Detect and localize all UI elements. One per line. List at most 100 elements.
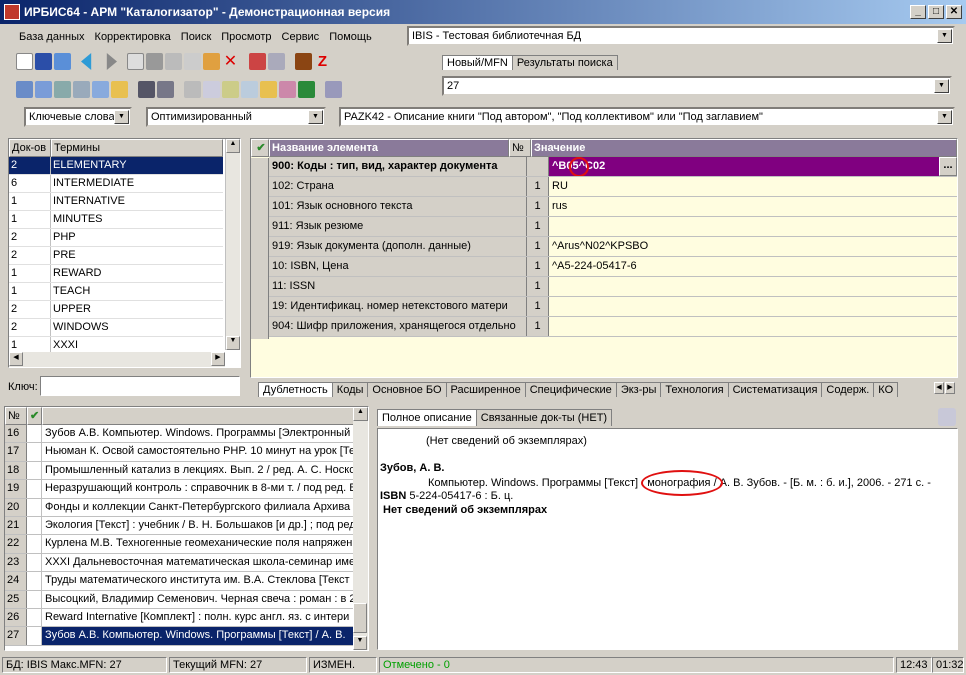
term-row[interactable]: 2 UPPER <box>9 301 223 319</box>
field-value-editor[interactable]: ^B05^C02... <box>549 157 957 176</box>
record-check[interactable] <box>27 443 42 461</box>
binoculars-icon[interactable] <box>138 81 155 98</box>
tab-ko[interactable]: КО <box>873 382 899 397</box>
excel-icon[interactable] <box>298 81 315 98</box>
check-icon[interactable]: ✔ <box>251 139 269 157</box>
term-row[interactable]: 1 MINUTES <box>9 211 223 229</box>
mail-icon[interactable] <box>54 81 71 98</box>
undo-icon[interactable] <box>54 53 71 70</box>
filter-icon[interactable] <box>92 81 109 98</box>
record-row[interactable]: 24 Труды математического института им. В.… <box>5 572 354 591</box>
tab-technology[interactable]: Технология <box>660 382 729 397</box>
record-row[interactable]: 22 Курлена М.В. Техногенные геомеханическ… <box>5 535 354 554</box>
field-value[interactable] <box>549 317 957 336</box>
tab-search-results[interactable]: Результаты поиска <box>511 55 618 70</box>
chevron-down-icon[interactable]: ▼ <box>934 79 949 93</box>
tab-systematization[interactable]: Систематизация <box>727 382 823 397</box>
field-value[interactable]: ^A5-224-05417-6 <box>549 257 957 276</box>
grid-icon[interactable] <box>146 53 163 70</box>
chevron-down-icon[interactable]: ▼ <box>937 110 952 124</box>
query-icon[interactable] <box>16 81 33 98</box>
tab-main-bo[interactable]: Основное БО <box>367 382 447 397</box>
field-value[interactable]: rus <box>549 197 957 216</box>
tab-specific[interactable]: Специфические <box>524 382 617 397</box>
terms-hscroll[interactable]: ◀ ▶ <box>9 352 225 367</box>
save-icon[interactable] <box>35 53 52 70</box>
term-row[interactable]: 2 PRE <box>9 247 223 265</box>
next-record-icon[interactable] <box>106 53 117 70</box>
menu-help[interactable]: Помощь <box>324 26 377 48</box>
record-check[interactable] <box>27 461 42 480</box>
menu-search[interactable]: Поиск <box>176 26 216 48</box>
record-check[interactable] <box>27 498 42 516</box>
field-value[interactable] <box>549 277 957 296</box>
dictionary-select[interactable]: Ключевые слова ▼ <box>24 107 132 127</box>
copy-record-icon[interactable] <box>127 53 144 70</box>
record-row[interactable]: 20 Фонды и коллекции Санкт-Петербургского… <box>5 498 354 517</box>
edit-icon[interactable] <box>203 53 220 70</box>
record-row[interactable]: 21 Экология [Текст] : учебник / В. Н. Бол… <box>5 516 354 536</box>
tab-linked-docs[interactable]: Связанные док-ты (НЕТ) <box>475 409 613 426</box>
record-check[interactable] <box>27 627 42 645</box>
query2-icon[interactable] <box>35 81 52 98</box>
records-vscroll[interactable]: ▲ ▼ <box>353 407 368 650</box>
delete-icon[interactable]: ✕ <box>222 53 239 70</box>
mode-select[interactable]: Оптимизированный ▼ <box>146 107 326 127</box>
field-row[interactable]: 911: Язык резюме 1 <box>269 217 957 237</box>
chevron-down-icon[interactable]: ▼ <box>114 110 129 124</box>
terms-header-count[interactable]: Док-ов <box>9 139 51 157</box>
database-select[interactable]: IBIS - Тестовая библиотечная БД ▼ <box>407 26 955 46</box>
barcode-icon[interactable] <box>295 53 312 70</box>
field-value[interactable]: ^Arus^N02^KPSBO <box>549 237 957 256</box>
close-button[interactable]: ✕ <box>946 5 962 19</box>
term-row[interactable]: 1 INTERNATIVE <box>9 193 223 211</box>
fields-header-num[interactable]: № <box>509 139 531 157</box>
fields-header-name[interactable]: Название элемента <box>269 139 509 157</box>
record-row[interactable]: 26 Reward Internative [Комплект] : полн. … <box>5 608 354 628</box>
tabs-left-arrow[interactable]: ◀ <box>934 382 944 394</box>
search-icon[interactable] <box>73 81 90 98</box>
field-value[interactable]: RU <box>549 177 957 196</box>
record-row[interactable]: 27 Зубов А.В. Компьютер. Windows. Програм… <box>5 627 354 646</box>
record-check[interactable] <box>27 590 42 608</box>
new-record-icon[interactable] <box>16 53 33 70</box>
key-input[interactable] <box>40 376 240 396</box>
record-row[interactable]: 17 Ньюман К. Освой самостоятельно PHP. 10… <box>5 443 354 462</box>
term-row[interactable]: 2 WINDOWS <box>9 319 223 337</box>
output-icon[interactable] <box>222 81 239 98</box>
stats-icon[interactable] <box>279 81 296 98</box>
record-check[interactable] <box>27 535 42 553</box>
term-row[interactable]: 2 ELEMENTARY <box>9 157 223 175</box>
tab-extended[interactable]: Расширенное <box>445 382 526 397</box>
term-row[interactable]: 1 REWARD <box>9 265 223 283</box>
fields-header-value[interactable]: Значение <box>531 139 957 157</box>
menu-database[interactable]: База данных <box>14 26 90 48</box>
record-check[interactable] <box>27 553 42 572</box>
field-row[interactable]: 102: Страна 1 RU <box>269 177 957 197</box>
record-row[interactable]: 16 Зубов А.В. Компьютер. Windows. Програм… <box>5 425 354 444</box>
menu-edit[interactable]: Корректировка <box>90 26 176 48</box>
z-icon[interactable]: Z <box>314 53 331 70</box>
copy-icon[interactable] <box>241 81 258 98</box>
terms-vscroll[interactable]: ▲ ▼ <box>225 139 240 350</box>
export-icon[interactable] <box>268 53 285 70</box>
field-row[interactable]: 101: Язык основного текста 1 rus <box>269 197 957 217</box>
tabs-right-arrow[interactable]: ▶ <box>945 382 955 394</box>
print-description-icon[interactable] <box>938 408 956 426</box>
ellipsis-button[interactable]: ... <box>939 157 957 176</box>
field-row[interactable]: 10: ISBN, Цена 1 ^A5-224-05417-6 <box>269 257 957 277</box>
tab-duplicates[interactable]: Дублетность <box>258 382 333 397</box>
import-icon[interactable] <box>249 53 266 70</box>
settings-icon[interactable] <box>325 81 342 98</box>
record-row[interactable]: 25 Высоцкий, Владимир Семенович. Черная с… <box>5 590 354 609</box>
report-icon[interactable] <box>203 81 220 98</box>
tab-new-mfn[interactable]: Новый/MFN <box>442 55 513 70</box>
maximize-button[interactable]: □ <box>928 5 944 19</box>
field-row[interactable]: 19: Идентификац. номер нетекстового мате… <box>269 297 957 317</box>
check-icon[interactable]: ✔ <box>27 407 42 425</box>
menu-service[interactable]: Сервис <box>277 26 325 48</box>
minimize-button[interactable]: _ <box>910 5 926 19</box>
field-value[interactable] <box>549 297 957 316</box>
worksheet-select[interactable]: PAZK42 - Описание книги "Под автором", "… <box>339 107 955 127</box>
record-row[interactable]: 23 XXXI Дальневосточная математическая шк… <box>5 553 354 573</box>
